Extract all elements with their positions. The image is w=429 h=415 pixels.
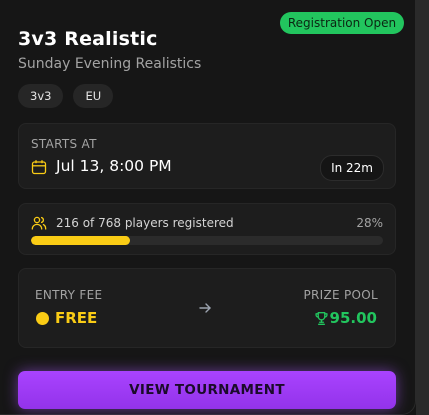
tournament-title: 3v3 Realistic [18,28,158,50]
prize-pool-value: 95.00 [329,309,377,327]
entry-fee-label: ENTRY FEE [35,288,103,302]
tag-region: EU [73,84,114,108]
tournament-card: Registration Open 3v3 Realistic Sunday E… [0,0,416,415]
arrow-right-icon [199,303,211,313]
start-datetime: Jul 13, 8:00 PM [56,157,172,175]
fee-prize-panel: ENTRY FEE FREE PRIZE POOL 95.00 [18,268,396,348]
registration-percent: 28% [356,216,383,230]
calendar-icon [31,160,47,175]
registration-panel: 216 of 768 players registered 28% [18,203,396,255]
coin-icon [36,312,49,325]
tag-list: 3v3 EU [18,84,114,108]
users-icon [31,216,47,230]
status-badge: Registration Open [280,12,404,34]
registration-count: 216 of 768 players registered [56,216,234,230]
prize-pool-label: PRIZE POOL [303,288,378,302]
view-tournament-button[interactable]: VIEW TOURNAMENT [18,371,396,409]
countdown-badge: In 22m [320,155,384,181]
trophy-icon [315,312,328,325]
registration-progress-bar [31,236,383,245]
entry-fee-value: FREE [55,309,98,327]
tournament-subtitle: Sunday Evening Realistics [18,56,202,72]
starts-at-label: STARTS AT [31,137,97,151]
start-time-panel: STARTS AT Jul 13, 8:00 PM In 22m [18,123,396,189]
scrollbar-track [416,0,429,415]
tag-format: 3v3 [18,84,64,108]
registration-progress-fill [31,236,130,245]
